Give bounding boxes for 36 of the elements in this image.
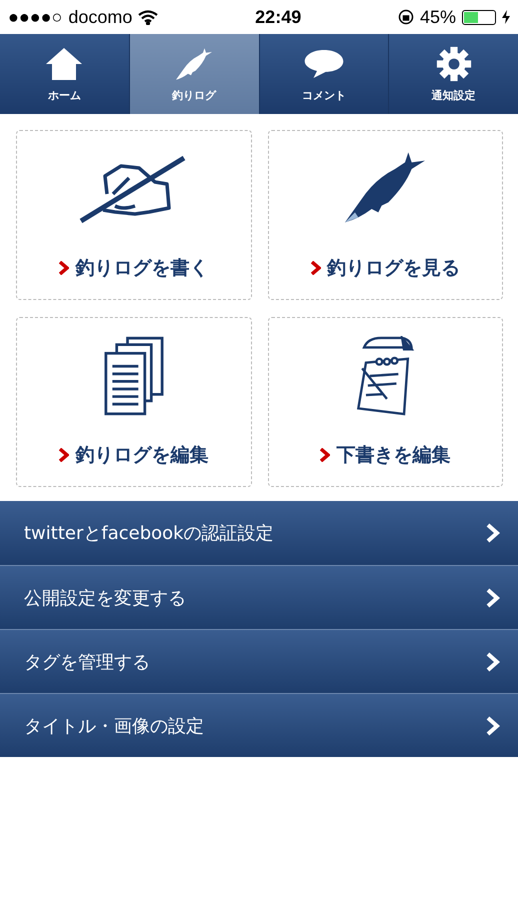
chevron-icon bbox=[310, 261, 321, 275]
chevron-icon bbox=[486, 588, 500, 608]
chevron-icon bbox=[486, 716, 500, 736]
menu-tile[interactable]: 下書きを編集 bbox=[268, 317, 503, 487]
rotation-lock-icon bbox=[398, 9, 414, 25]
row-label: タグを管理する bbox=[24, 650, 150, 674]
clock: 22:49 bbox=[255, 6, 302, 28]
menu-tile[interactable]: 釣りログを見る bbox=[268, 130, 503, 300]
row-label: タイトル・画像の設定 bbox=[24, 714, 204, 738]
tile-label: 釣りログを編集 bbox=[75, 443, 208, 468]
tile-label: 下書きを編集 bbox=[336, 443, 450, 468]
menu-tile[interactable]: 釣りログを編集 bbox=[16, 317, 252, 487]
menu-tile[interactable]: 釣りログを書く bbox=[16, 130, 252, 300]
settings-row[interactable]: 公開設定を変更する bbox=[0, 565, 518, 629]
chevron-icon bbox=[486, 523, 500, 543]
row-label: 公開設定を変更する bbox=[24, 586, 186, 610]
settings-row[interactable]: タイトル・画像の設定 bbox=[0, 693, 518, 757]
settings-row[interactable]: twitterとfacebookの認証設定 bbox=[0, 501, 518, 565]
chevron-icon bbox=[59, 261, 70, 275]
carrier-name: docomo bbox=[68, 6, 132, 28]
chevron-icon bbox=[320, 448, 330, 462]
signal-strength: ●●●●○ bbox=[8, 6, 62, 28]
row-label: twitterとfacebookの認証設定 bbox=[24, 522, 274, 545]
battery-percentage: 45% bbox=[420, 6, 456, 28]
chevron-icon bbox=[486, 652, 500, 672]
nav-tab[interactable]: 通知設定 bbox=[388, 34, 518, 114]
battery-icon bbox=[462, 10, 496, 24]
nav-tab[interactable]: コメント bbox=[258, 34, 388, 114]
nav-tab[interactable]: ホーム bbox=[0, 34, 129, 114]
tile-label: 釣りログを見る bbox=[326, 256, 460, 281]
chevron-icon bbox=[59, 448, 70, 462]
tile-label: 釣りログを書く bbox=[75, 256, 208, 281]
charging-icon bbox=[502, 10, 510, 24]
settings-row[interactable]: タグを管理する bbox=[0, 629, 518, 693]
wifi-icon bbox=[138, 10, 158, 24]
nav-tab[interactable]: 釣りログ bbox=[128, 34, 258, 114]
